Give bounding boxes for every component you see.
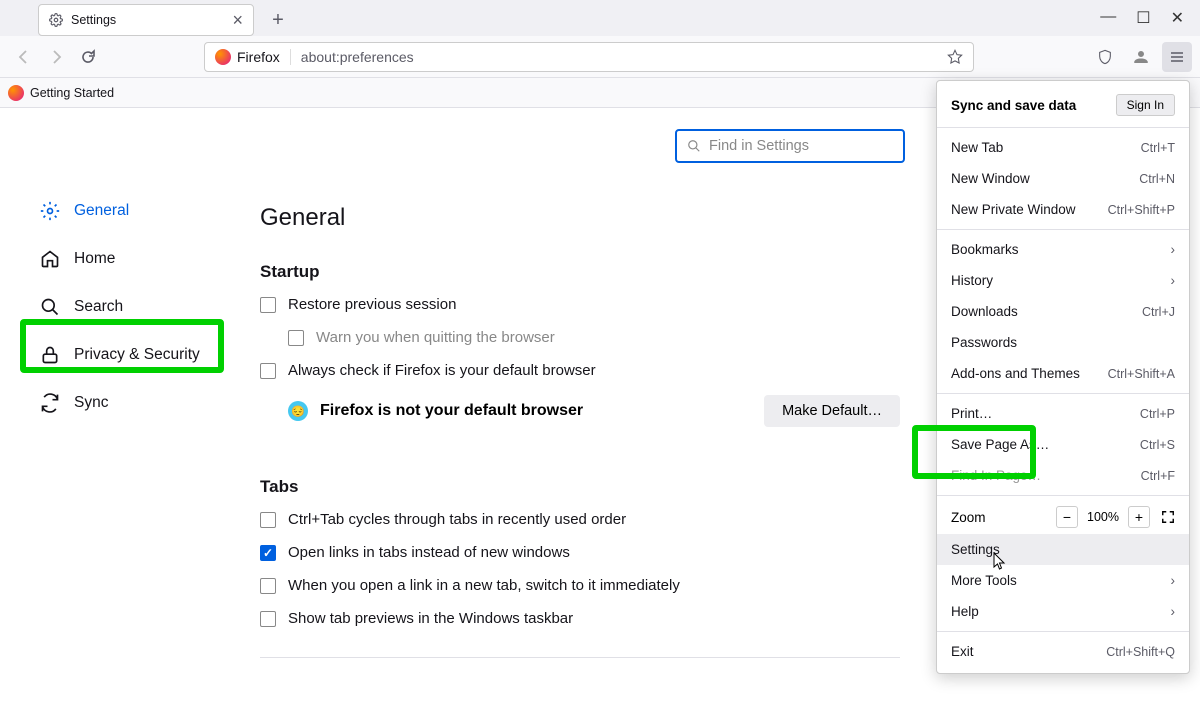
checkbox[interactable] (260, 611, 276, 627)
app-menu-button[interactable] (1162, 42, 1192, 72)
window-close[interactable]: ✕ (1171, 8, 1184, 28)
sad-face-icon: 😔 (288, 401, 308, 421)
menu-exit[interactable]: ExitCtrl+Shift+Q (937, 636, 1189, 667)
url-bar[interactable]: Firefox about:preferences (204, 42, 974, 72)
separator (260, 657, 900, 658)
firefox-logo-icon (215, 49, 231, 65)
checkbox[interactable] (260, 363, 276, 379)
menu-print[interactable]: Print…Ctrl+P (937, 398, 1189, 429)
zoom-value: 100% (1087, 510, 1119, 524)
sidebar-label: Search (74, 298, 123, 316)
sidebar-item-sync[interactable]: Sync (30, 383, 230, 423)
fullscreen-icon[interactable] (1161, 510, 1175, 524)
zoom-in-button[interactable]: + (1128, 506, 1150, 528)
sidebar-label: General (74, 202, 129, 220)
menu-save-page[interactable]: Save Page As…Ctrl+S (937, 429, 1189, 460)
checkbox (288, 330, 304, 346)
forward-button[interactable] (40, 41, 72, 73)
checkbox[interactable] (260, 578, 276, 594)
protection-icon[interactable] (1090, 42, 1120, 72)
menu-more-tools[interactable]: More Tools› (937, 565, 1189, 596)
gear-icon (49, 13, 63, 27)
gear-icon (40, 201, 60, 221)
toolbar: Firefox about:preferences (0, 36, 1200, 78)
sidebar-item-home[interactable]: Home (30, 239, 230, 279)
sidebar-label: Privacy & Security (74, 346, 200, 364)
menu-new-window[interactable]: New WindowCtrl+N (937, 163, 1189, 194)
app-menu: Sync and save data Sign In New TabCtrl+T… (936, 80, 1190, 674)
chevron-right-icon: › (1171, 573, 1176, 588)
sidebar-item-general[interactable]: General (30, 191, 230, 231)
menu-downloads[interactable]: DownloadsCtrl+J (937, 296, 1189, 327)
url-text: about:preferences (291, 49, 414, 65)
url-identity: Firefox (237, 49, 280, 65)
sync-icon (40, 393, 60, 413)
menu-history[interactable]: History› (937, 265, 1189, 296)
menu-new-tab[interactable]: New TabCtrl+T (937, 132, 1189, 163)
menu-settings[interactable]: Settings (937, 534, 1189, 565)
settings-search[interactable]: Find in Settings (675, 129, 905, 163)
back-button[interactable] (8, 41, 40, 73)
reload-button[interactable] (72, 41, 104, 73)
menu-addons[interactable]: Add-ons and ThemesCtrl+Shift+A (937, 358, 1189, 389)
tabs-strip: Settings × + — ☐ ✕ (0, 0, 1200, 36)
menu-sync-row[interactable]: Sync and save data Sign In (937, 87, 1189, 123)
menu-passwords[interactable]: Passwords (937, 327, 1189, 358)
new-tab-button[interactable]: + (264, 6, 292, 34)
window-minimize[interactable]: — (1100, 8, 1116, 28)
home-icon (40, 249, 60, 269)
sidebar-item-search[interactable]: Search (30, 287, 230, 327)
search-placeholder: Find in Settings (709, 138, 809, 154)
chevron-right-icon: › (1171, 242, 1176, 257)
account-icon[interactable] (1126, 42, 1156, 72)
firefox-logo-icon (8, 85, 24, 101)
search-icon (40, 297, 60, 317)
checkbox[interactable] (260, 512, 276, 528)
sidebar-label: Home (74, 250, 115, 268)
default-browser-status: Firefox is not your default browser (320, 402, 583, 420)
menu-new-private[interactable]: New Private WindowCtrl+Shift+P (937, 194, 1189, 225)
browser-tab[interactable]: Settings × (38, 4, 254, 36)
make-default-button[interactable]: Make Default… (764, 395, 900, 427)
zoom-out-button[interactable]: − (1056, 506, 1078, 528)
sidebar-label: Sync (74, 394, 108, 412)
preferences-sidebar: General Home Search Privacy & Security S… (30, 191, 230, 431)
menu-find[interactable]: Find In Page…Ctrl+F (937, 460, 1189, 491)
checkbox[interactable] (260, 297, 276, 313)
menu-bookmarks[interactable]: Bookmarks› (937, 234, 1189, 265)
close-tab-icon[interactable]: × (232, 11, 243, 29)
menu-zoom: Zoom − 100% + (937, 500, 1189, 534)
checkbox[interactable] (260, 545, 276, 561)
star-icon[interactable] (947, 49, 973, 65)
chevron-right-icon: › (1171, 273, 1176, 288)
sidebar-item-privacy[interactable]: Privacy & Security (30, 335, 230, 375)
window-maximize[interactable]: ☐ (1136, 8, 1150, 28)
chevron-right-icon: › (1171, 604, 1176, 619)
bookmark-item[interactable]: Getting Started (30, 86, 114, 100)
menu-help[interactable]: Help› (937, 596, 1189, 627)
lock-icon (40, 345, 60, 365)
tab-title: Settings (71, 13, 116, 27)
sign-in-button[interactable]: Sign In (1116, 94, 1175, 116)
